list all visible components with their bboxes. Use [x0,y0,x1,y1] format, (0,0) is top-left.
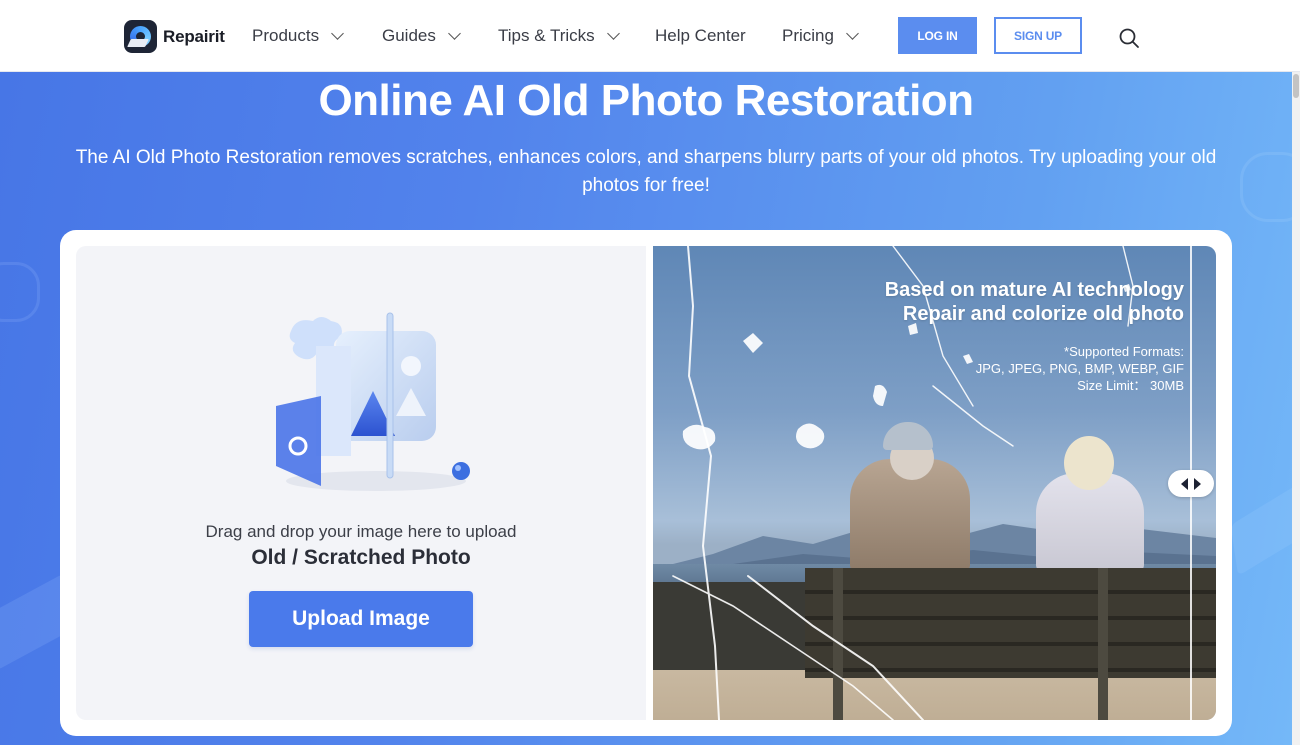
brand-name: Repairit [163,26,225,46]
page-scrollbar[interactable] [1292,72,1300,745]
preview-headline: Based on mature AI technology Repair and… [885,278,1184,326]
brand-logo[interactable]: Repairit [124,20,225,53]
nav-pricing[interactable]: Pricing [782,26,859,46]
nav-tips-tricks-label: Tips & Tricks [498,26,595,45]
repairit-logo-icon [124,20,157,53]
decorative-shape [0,262,40,322]
size-limit: Size Limit： 30MB [1077,378,1184,393]
nav-tips-tricks[interactable]: Tips & Tricks [498,26,620,46]
nav-guides-label: Guides [382,26,436,45]
photo-repair-illustration [276,312,470,491]
login-button[interactable]: LOG IN [898,17,977,54]
tool-card: Drag and drop your image here to upload … [60,230,1232,736]
supported-formats-info: *Supported Formats: JPG, JPEG, PNG, BMP,… [976,343,1184,394]
preview-headline-line2: Repair and colorize old photo [902,303,1184,325]
chevron-down-icon [606,27,620,40]
chevron-down-icon [846,27,859,40]
formats-list: JPG, JPEG, PNG, BMP, WEBP, GIF [975,361,1184,376]
search-icon[interactable] [1118,27,1140,49]
nav-products-label: Products [252,26,320,45]
arrow-right-icon [1194,477,1201,490]
formats-label: *Supported Formats: [1064,344,1184,359]
scrollbar-thumb[interactable] [1293,74,1299,98]
before-after-preview: Based on mature AI technology Repair and… [653,246,1216,720]
arrow-left-icon [1181,477,1188,490]
site-header: Repairit Products Guides Tips & Tricks H… [0,0,1300,72]
page-subtitle: The AI Old Photo Restoration removes scr… [75,147,1217,196]
chevron-down-icon [448,27,461,40]
chevron-down-icon [331,27,344,40]
decorative-jpg-card [1230,483,1292,576]
nav-help-center[interactable]: Help Center [655,26,746,46]
upload-dropzone[interactable]: Drag and drop your image here to upload … [76,246,646,720]
page-title: Online AI Old Photo Restoration [318,76,974,125]
hero-section: Online AI Old Photo Restoration The AI O… [0,72,1292,745]
decorative-shape [1240,152,1292,222]
preview-headline-line1: Based on mature AI technology [884,279,1184,301]
photo-type-label: Old / Scratched Photo [251,546,471,569]
compare-slider-handle[interactable] [1168,470,1214,497]
drag-drop-instruction: Drag and drop your image here to upload [205,522,517,541]
nav-products[interactable]: Products [252,26,344,46]
nav-guides[interactable]: Guides [382,26,461,46]
nav-help-center-label: Help Center [655,26,746,45]
upload-image-button[interactable]: Upload Image [249,591,473,647]
signup-button[interactable]: SIGN UP [994,17,1082,54]
nav-pricing-label: Pricing [782,26,834,45]
